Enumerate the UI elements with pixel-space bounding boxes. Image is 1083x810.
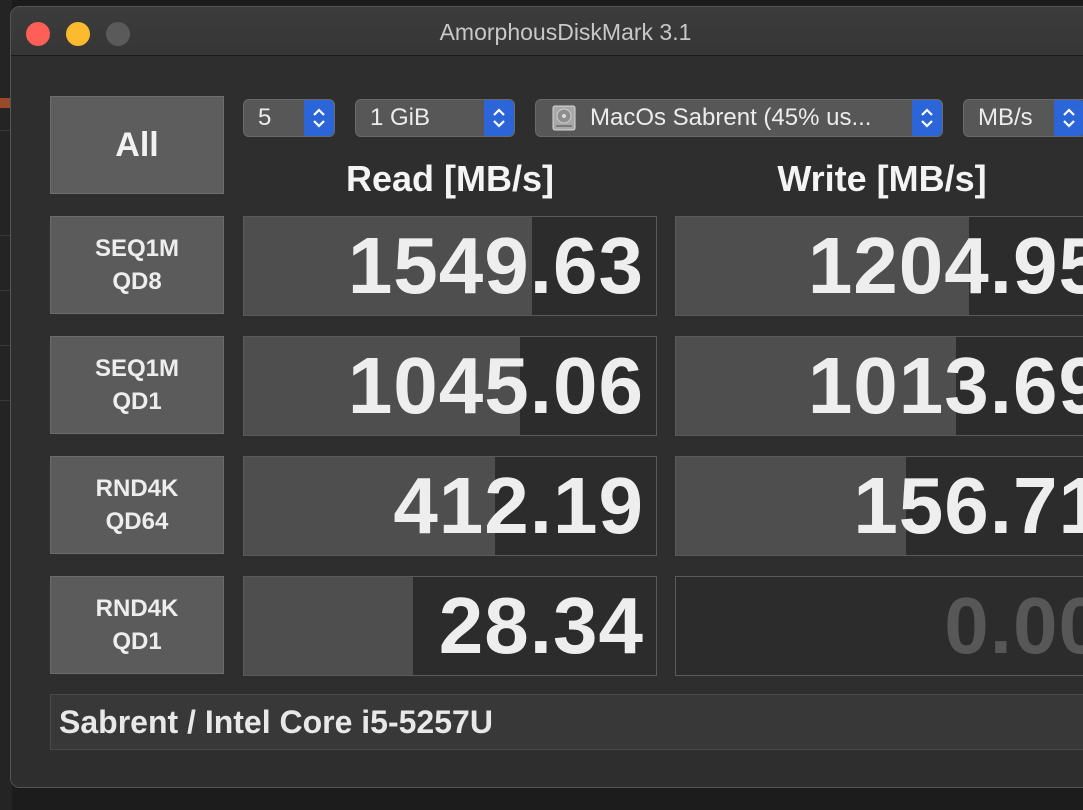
size-select[interactable]: 1 GiB <box>355 99 515 137</box>
up-down-stepper-icon <box>912 100 942 136</box>
write-result-value: 156.71 <box>853 461 1083 550</box>
hard-disk-icon <box>550 104 578 132</box>
write-result-value: 1013.69 <box>807 341 1083 430</box>
test-label-line1: RND4K <box>95 475 179 502</box>
up-down-stepper-icon <box>1054 100 1083 136</box>
main-content: All 5 1 GiB MacOs Sabrent (45% us... MB/… <box>11 56 1083 787</box>
write-result-value: 0.00 <box>944 581 1083 670</box>
up-down-stepper-icon <box>304 100 334 136</box>
read-result-value: 1549.63 <box>347 221 644 310</box>
test-seq1m-qd1-button[interactable]: SEQ1M QD1 <box>50 336 224 434</box>
read-column-header: Read [MB/s] <box>345 158 555 199</box>
test-label-line1: SEQ1M <box>94 355 180 382</box>
test-label-line2: QD8 <box>112 268 162 295</box>
test-seq1m-qd8-button[interactable]: SEQ1M QD8 <box>50 216 224 314</box>
window-title: AmorphousDiskMark 3.1 <box>439 19 692 45</box>
disk-select[interactable]: MacOs Sabrent (45% us... <box>535 99 943 137</box>
test-label-line2: QD1 <box>112 388 162 415</box>
write-result-seq1m-qd1: 1013.69 <box>675 336 1083 436</box>
test-rnd4k-qd64-button[interactable]: RND4K QD64 <box>50 456 224 554</box>
read-result-seq1m-qd1: 1045.06 <box>243 336 657 436</box>
up-down-stepper-icon <box>484 100 514 136</box>
test-rnd4k-qd1-button[interactable]: RND4K QD1 <box>50 576 224 674</box>
units-value: MB/s <box>978 104 1033 131</box>
write-result-rnd4k-qd64: 156.71 <box>675 456 1083 556</box>
size-value: 1 GiB <box>370 104 431 131</box>
units-select[interactable]: MB/s <box>963 99 1083 137</box>
read-result-bar <box>244 577 413 675</box>
test-label-line1: RND4K <box>95 595 179 622</box>
test-label-line2: QD1 <box>112 628 162 655</box>
read-result-rnd4k-qd1: 28.34 <box>243 576 657 676</box>
write-result-value: 1204.95 <box>807 221 1083 310</box>
test-label-line2: QD64 <box>105 508 169 535</box>
test-label-line1: SEQ1M <box>94 235 180 262</box>
write-result-seq1m-qd8: 1204.95 <box>675 216 1083 316</box>
read-result-value: 412.19 <box>393 461 644 550</box>
runs-select[interactable]: 5 <box>243 99 335 137</box>
write-result-rnd4k-qd1: 0.00 <box>675 576 1083 676</box>
write-column-header: Write [MB/s] <box>777 158 987 199</box>
title-bar[interactable]: AmorphousDiskMark 3.1 <box>11 7 1083 56</box>
read-result-value: 1045.06 <box>347 341 644 430</box>
app-window: AmorphousDiskMark 3.1 All 5 1 GiB MacOs … <box>10 6 1083 788</box>
comment-field[interactable]: Sabrent / Intel Core i5-5257U <box>50 694 1083 750</box>
read-result-rnd4k-qd64: 412.19 <box>243 456 657 556</box>
read-result-seq1m-qd8: 1549.63 <box>243 216 657 316</box>
runs-value: 5 <box>258 104 272 131</box>
disk-value: MacOs Sabrent (45% us... <box>590 104 872 131</box>
all-button[interactable]: All <box>50 96 224 194</box>
read-result-value: 28.34 <box>438 581 644 670</box>
